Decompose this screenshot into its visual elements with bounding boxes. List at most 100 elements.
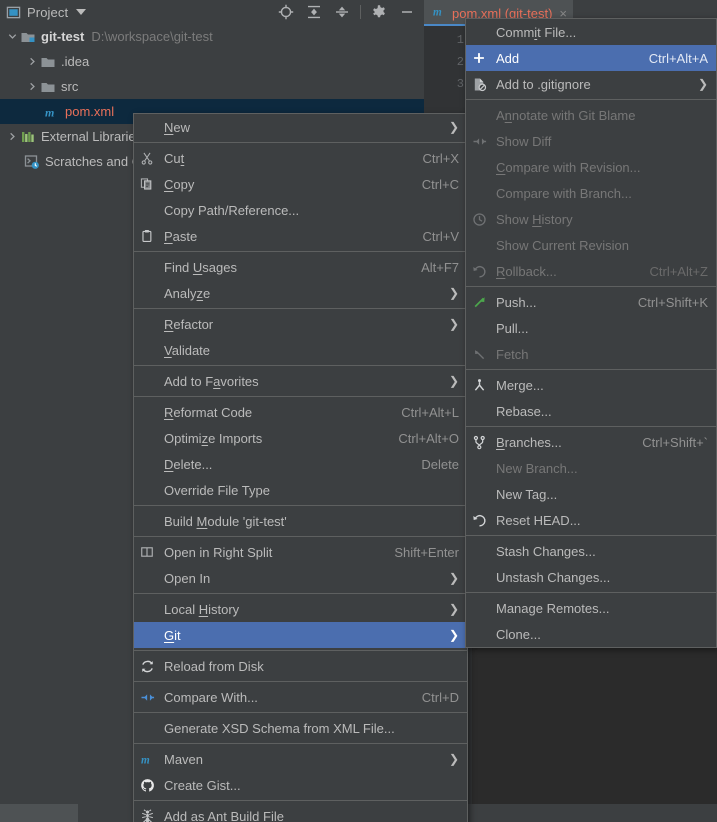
- menu-item-shortcut: Ctrl+Alt+Z: [631, 264, 708, 279]
- menu-item-label: Merge...: [492, 378, 708, 393]
- menu-item-label: Pull...: [492, 321, 708, 336]
- menu-item-maven[interactable]: mMaven❯: [134, 746, 467, 772]
- menu-item-add[interactable]: AddCtrl+Alt+A: [466, 45, 716, 71]
- menu-item-label: Create Gist...: [160, 778, 459, 793]
- menu-item-label: Copy Path/Reference...: [160, 203, 459, 218]
- menu-item-refactor[interactable]: Refactor❯: [134, 311, 467, 337]
- menu-item-copy-path-reference[interactable]: Copy Path/Reference...: [134, 197, 467, 223]
- menu-item-find-usages[interactable]: Find UsagesAlt+F7: [134, 254, 467, 280]
- menu-item-no-icon: [466, 237, 492, 253]
- menu-item-label: Commit File...: [492, 25, 708, 40]
- menu-item-create-gist[interactable]: Create Gist...: [134, 772, 467, 798]
- tree-row-src[interactable]: src: [0, 74, 424, 99]
- menu-item-label: Show History: [492, 212, 708, 227]
- menu-item-stash-changes[interactable]: Stash Changes...: [466, 538, 716, 564]
- tree-row-idea[interactable]: .idea: [0, 49, 424, 74]
- menu-item-copy[interactable]: CopyCtrl+C: [134, 171, 467, 197]
- paste-icon: [134, 228, 160, 244]
- menu-item-label: Add to Favorites: [160, 374, 439, 389]
- menu-item-label: Override File Type: [160, 483, 459, 498]
- settings-gear-icon[interactable]: [366, 0, 392, 24]
- menu-item-no-icon: [466, 185, 492, 201]
- menu-item-no-icon: [466, 569, 492, 585]
- menu-item-unstash-changes[interactable]: Unstash Changes...: [466, 564, 716, 590]
- compare-icon: [466, 133, 492, 149]
- chevron-right-icon: ❯: [449, 571, 459, 585]
- chevron-right-icon[interactable]: [4, 129, 20, 145]
- menu-item-compare-with[interactable]: Compare With...Ctrl+D: [134, 684, 467, 710]
- menu-item-delete[interactable]: Delete...Delete: [134, 451, 467, 477]
- push-icon: [466, 294, 492, 310]
- git-submenu[interactable]: Commit File...AddCtrl+Alt+AAdd to .gitig…: [465, 18, 717, 648]
- menu-item-shortcut: Ctrl+D: [404, 690, 459, 705]
- menu-item-commit-file[interactable]: Commit File...: [466, 19, 716, 45]
- maven-icon: m: [134, 751, 160, 767]
- menu-item-no-icon: [466, 543, 492, 559]
- menu-item-rebase[interactable]: Rebase...: [466, 398, 716, 424]
- menu-item-show-history: Show History: [466, 206, 716, 232]
- menu-item-local-history[interactable]: Local History❯: [134, 596, 467, 622]
- menu-item-git[interactable]: Git❯: [134, 622, 467, 648]
- menu-item-open-in-right-split[interactable]: Open in Right SplitShift+Enter: [134, 539, 467, 565]
- menu-item-no-icon: [134, 342, 160, 358]
- tree-row-git-test[interactable]: git-test D:\workspace\git-test: [0, 24, 424, 49]
- menu-item-generate-xsd-schema-from-xml-file[interactable]: Generate XSD Schema from XML File...: [134, 715, 467, 741]
- menu-item-add-to-favorites[interactable]: Add to Favorites❯: [134, 368, 467, 394]
- libraries-icon: [20, 129, 36, 145]
- status-bar-widget[interactable]: [0, 804, 78, 822]
- menu-item-compare-with-revision: Compare with Revision...: [466, 154, 716, 180]
- menu-item-reset-head[interactable]: Reset HEAD...: [466, 507, 716, 533]
- module-icon: [20, 29, 36, 45]
- maven-icon: m: [44, 104, 60, 120]
- chevron-down-icon[interactable]: [4, 29, 20, 45]
- menu-item-label: Push...: [492, 295, 620, 310]
- menu-item-no-icon: [466, 159, 492, 175]
- collapse-all-icon[interactable]: [329, 0, 355, 24]
- menu-separator: [134, 712, 467, 713]
- menu-item-shortcut: Shift+Enter: [376, 545, 459, 560]
- menu-item-merge[interactable]: Merge...: [466, 372, 716, 398]
- menu-item-manage-remotes[interactable]: Manage Remotes...: [466, 595, 716, 621]
- menu-item-validate[interactable]: Validate: [134, 337, 467, 363]
- menu-item-cut[interactable]: CutCtrl+X: [134, 145, 467, 171]
- menu-item-reload-from-disk[interactable]: Reload from Disk: [134, 653, 467, 679]
- menu-item-open-in[interactable]: Open In ❯: [134, 565, 467, 591]
- expand-all-icon[interactable]: [301, 0, 327, 24]
- menu-item-build-module-git-test[interactable]: Build Module 'git-test': [134, 508, 467, 534]
- menu-item-clone[interactable]: Clone...: [466, 621, 716, 647]
- menu-item-analyze[interactable]: Analyze❯: [134, 280, 467, 306]
- menu-item-branches[interactable]: Branches...Ctrl+Shift+`: [466, 429, 716, 455]
- menu-item-label: Open In: [160, 571, 439, 586]
- tree-label: git-test: [41, 29, 84, 44]
- menu-item-label: Show Diff: [492, 134, 708, 149]
- menu-item-optimize-imports[interactable]: Optimize ImportsCtrl+Alt+O: [134, 425, 467, 451]
- menu-separator: [466, 369, 716, 370]
- menu-item-label: Add to .gitignore: [492, 77, 688, 92]
- chevron-down-icon[interactable]: [76, 9, 86, 15]
- menu-item-add-to-gitignore[interactable]: Add to .gitignore❯: [466, 71, 716, 97]
- menu-item-show-current-revision: Show Current Revision: [466, 232, 716, 258]
- menu-item-new[interactable]: New❯: [134, 114, 467, 140]
- menu-item-new-tag[interactable]: New Tag...: [466, 481, 716, 507]
- project-window-icon: [6, 5, 21, 20]
- menu-item-label: Delete...: [160, 457, 403, 472]
- menu-item-override-file-type[interactable]: Override File Type: [134, 477, 467, 503]
- menu-item-push[interactable]: Push...Ctrl+Shift+K: [466, 289, 716, 315]
- project-view-context-menu[interactable]: New❯ CutCtrl+XCopyCtrl+C Copy Path/Referen…: [133, 113, 468, 822]
- menu-separator: [134, 251, 467, 252]
- chevron-right-icon[interactable]: [24, 79, 40, 95]
- menu-item-shortcut: Ctrl+X: [405, 151, 459, 166]
- project-tool-window-header: Project: [0, 0, 424, 24]
- menu-item-show-diff: Show Diff: [466, 128, 716, 154]
- chevron-right-icon[interactable]: [24, 54, 40, 70]
- menu-item-reformat-code[interactable]: Reformat CodeCtrl+Alt+L: [134, 399, 467, 425]
- menu-item-paste[interactable]: PasteCtrl+V: [134, 223, 467, 249]
- menu-item-pull[interactable]: Pull...: [466, 315, 716, 341]
- chevron-right-icon: ❯: [449, 628, 459, 642]
- menu-item-label: Build Module 'git-test': [160, 514, 459, 529]
- select-opened-file-icon[interactable]: [273, 0, 299, 24]
- menu-item-add-as-ant-build-file[interactable]: Add as Ant Build File: [134, 803, 467, 822]
- menu-item-no-icon: [134, 720, 160, 736]
- menu-item-label: Paste: [160, 229, 405, 244]
- hide-minimize-icon[interactable]: [394, 0, 420, 24]
